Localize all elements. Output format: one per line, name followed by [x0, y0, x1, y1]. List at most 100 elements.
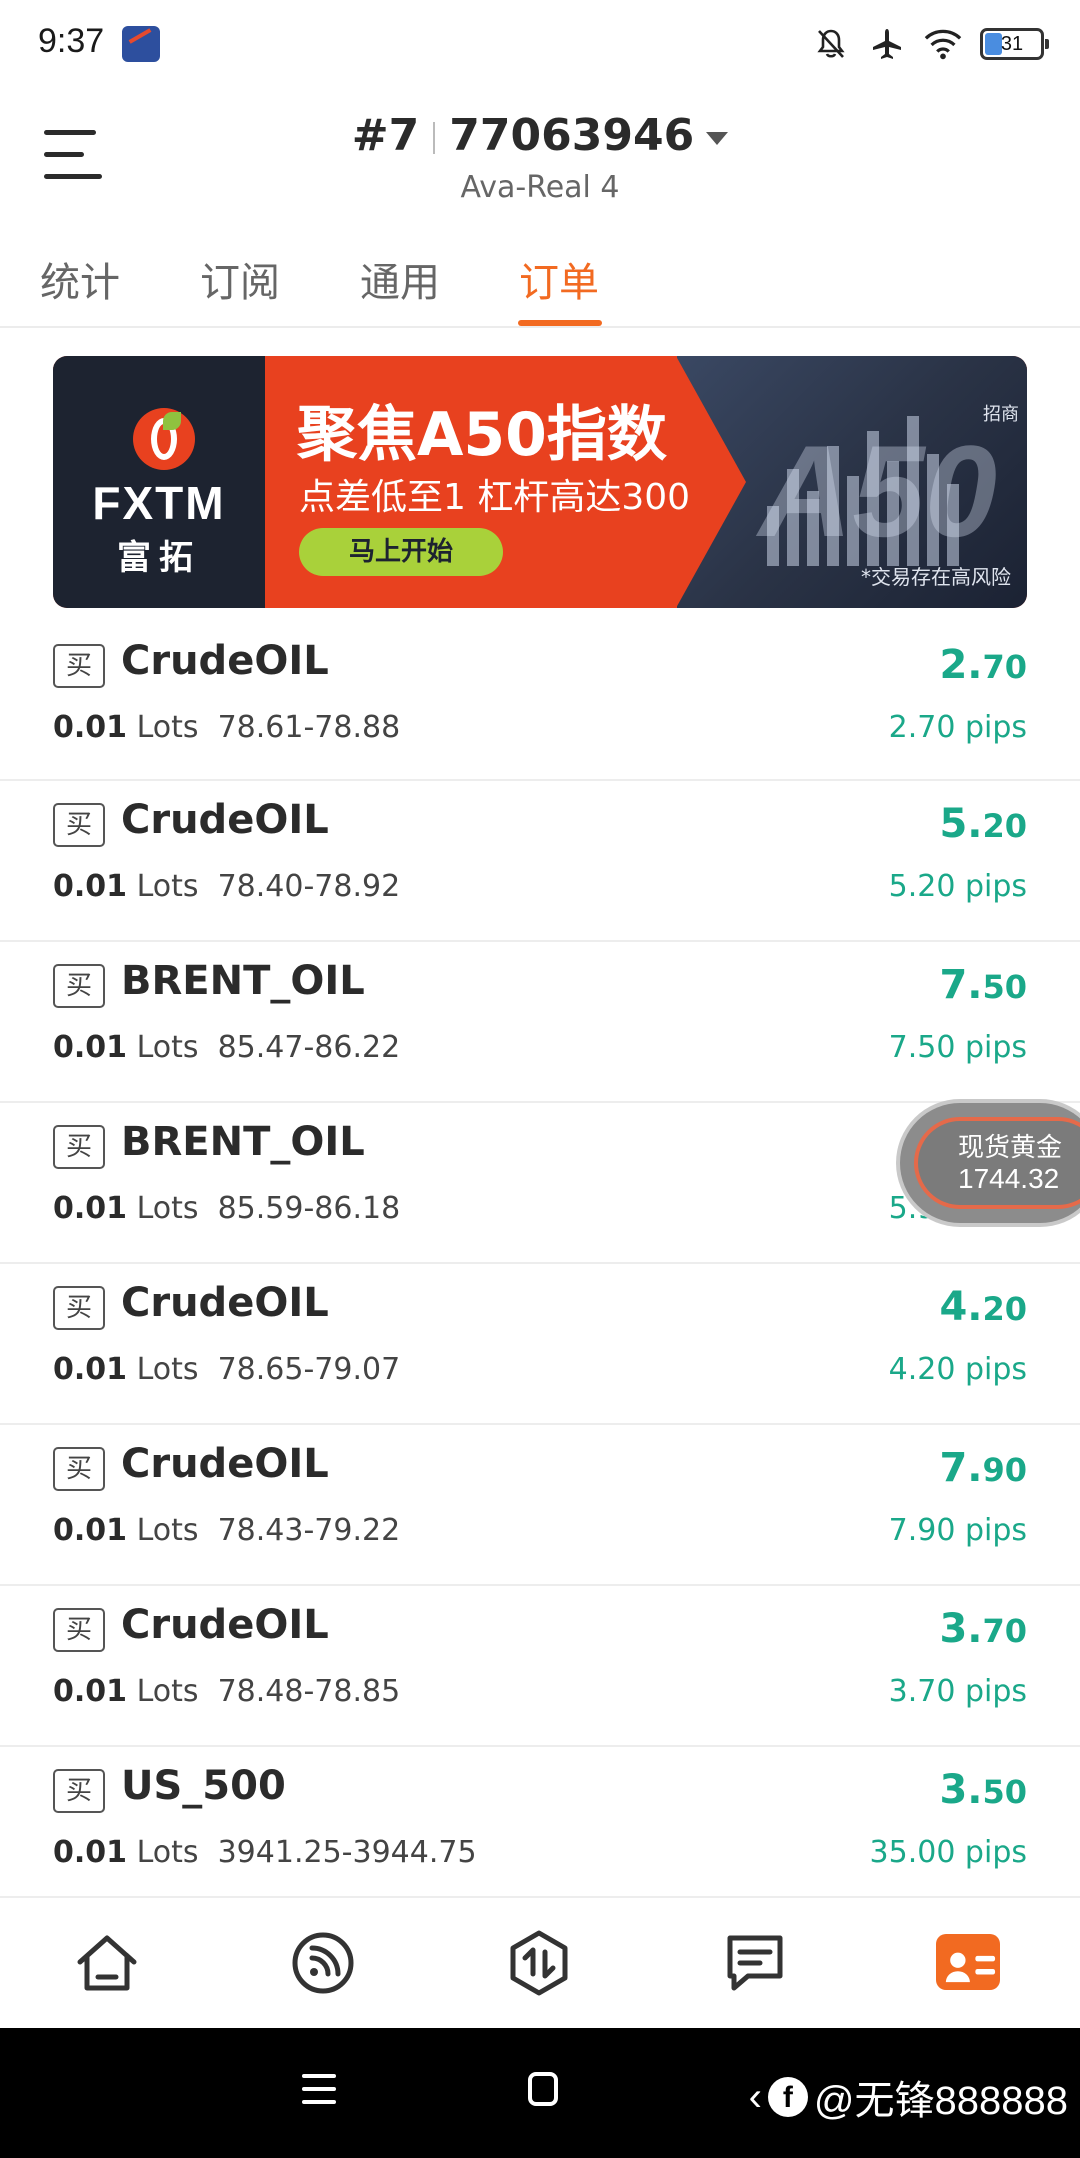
order-pips: 2.70 pips	[888, 710, 1027, 745]
banner-brand-panel: FXTM 富拓	[53, 356, 265, 608]
floating-gold-widget[interactable]: 现货黄金 1744.32	[900, 1103, 1080, 1223]
profit-decimal: 50	[982, 1773, 1027, 1811]
order-symbol: CrudeOIL	[121, 1441, 329, 1487]
order-row[interactable]: 买 CrudeOIL 0.01 Lots 78.61-78.88 2.70 2.…	[0, 636, 1080, 781]
order-lots: 0.01 Lots 78.40-78.92	[53, 869, 400, 904]
order-row[interactable]: 买 CrudeOIL 0.01 Lots 78.48-78.85 3.70 3.…	[0, 1586, 1080, 1747]
order-row[interactable]: 买 US_500 0.01 Lots 3941.25-3944.75 3.50 …	[0, 1747, 1080, 1896]
price-range: 78.40-78.92	[217, 869, 401, 904]
buy-badge: 买	[53, 644, 105, 688]
status-time: 9:37	[38, 22, 105, 60]
account-card-icon[interactable]	[936, 1934, 1000, 1990]
order-pips: 7.90 pips	[888, 1513, 1027, 1548]
tab-orders[interactable]: 订单	[519, 250, 599, 308]
order-profit: 3.50	[939, 1767, 1027, 1813]
lot-size: 0.01	[53, 1191, 128, 1226]
profit-main: 3.	[939, 1606, 983, 1652]
app-notification-icon	[122, 26, 160, 62]
banner-subline: 点差低至1 杠杆高达300	[299, 477, 691, 518]
promo-banner[interactable]: FXTM 富拓 A50 招商 *交易存在高风险 聚焦A50指数 点差低至1 杠杆…	[53, 356, 1027, 608]
buy-badge: 买	[53, 1447, 105, 1491]
order-pips: 35.00 pips	[869, 1835, 1027, 1870]
order-symbol: BRENT_OIL	[121, 958, 365, 1004]
profit-decimal: 20	[982, 807, 1027, 845]
banner-brand: FXTM	[92, 477, 226, 529]
lot-unit: Lots	[136, 1513, 199, 1548]
profit-main: 5.	[939, 801, 983, 847]
order-row[interactable]: 买 CrudeOIL 0.01 Lots 78.40-78.92 5.20 5.…	[0, 781, 1080, 942]
airplane-icon	[868, 25, 906, 63]
tab-statistics[interactable]: 统计	[40, 250, 120, 308]
order-symbol: BRENT_OIL	[121, 1119, 365, 1165]
battery-level: 31	[1000, 32, 1024, 55]
profit-main: 3.	[939, 1767, 983, 1813]
price-range: 78.43-79.22	[217, 1513, 401, 1548]
active-tab-indicator	[518, 320, 602, 326]
order-pips: 4.20 pips	[888, 1352, 1027, 1387]
order-lots: 0.01 Lots 78.61-78.88	[53, 710, 400, 745]
message-icon[interactable]	[720, 1928, 790, 1998]
order-profit: 2.70	[939, 642, 1027, 688]
order-lots: 0.01 Lots 85.47-86.22	[53, 1030, 400, 1065]
recent-apps-icon[interactable]	[302, 2074, 336, 2104]
buy-badge: 买	[53, 1125, 105, 1169]
banner-headline: 聚焦A50指数	[297, 400, 667, 470]
order-row[interactable]: 买 BRENT_OIL 0.01 Lots 85.47-86.22 7.50 7…	[0, 942, 1080, 1103]
order-lots: 0.01 Lots 85.59-86.18	[53, 1191, 400, 1226]
order-row[interactable]: 买 CrudeOIL 0.01 Lots 78.65-79.07 4.20 4.…	[0, 1264, 1080, 1425]
profit-main: 4.	[939, 1284, 983, 1330]
tab-subscriptions[interactable]: 订阅	[200, 250, 280, 308]
account-selector[interactable]: #7 77063946	[0, 110, 1080, 161]
order-profit: 7.50	[939, 962, 1027, 1008]
price-range: 85.59-86.18	[217, 1191, 401, 1226]
order-profit: 3.70	[939, 1606, 1027, 1652]
watermark-text: @无锋888888	[813, 2079, 1068, 2123]
mute-bell-icon	[812, 25, 850, 63]
banner-start-button[interactable]: 马上开始	[299, 528, 503, 576]
app-header: #7 77063946 Ava-Real 4	[0, 90, 1080, 240]
buy-badge: 买	[53, 1608, 105, 1652]
trade-icon[interactable]	[504, 1928, 574, 1998]
status-icons: 31	[812, 24, 1049, 64]
gold-label: 现货黄金	[958, 1133, 1063, 1163]
battery-icon: 31	[980, 28, 1049, 60]
home-icon[interactable]	[72, 1928, 142, 1998]
orders-list[interactable]: 买 CrudeOIL 0.01 Lots 78.61-78.88 2.70 2.…	[0, 636, 1080, 1896]
account-server: Ava-Real 4	[460, 170, 620, 205]
tab-bar: 统计 订阅 通用 订单	[0, 240, 1080, 328]
feed-icon[interactable]	[288, 1928, 358, 1998]
lot-unit: Lots	[136, 710, 199, 745]
lot-size: 0.01	[53, 1674, 128, 1709]
back-chevron-icon: ‹	[748, 2074, 762, 2119]
order-symbol: CrudeOIL	[121, 638, 329, 684]
order-symbol: CrudeOIL	[121, 1602, 329, 1648]
account-number: 77063946	[449, 110, 695, 161]
profit-main: 7.	[939, 962, 983, 1008]
profit-main: 2.	[939, 642, 983, 688]
account-prefix: #7	[351, 110, 420, 161]
lot-unit: Lots	[136, 869, 199, 904]
tab-general[interactable]: 通用	[360, 250, 440, 308]
status-bar: 9:37 31	[0, 0, 1080, 90]
order-profit: 4.20	[939, 1284, 1027, 1330]
order-lots: 0.01 Lots 78.43-79.22	[53, 1513, 400, 1548]
lot-size: 0.01	[53, 869, 128, 904]
price-range: 78.61-78.88	[217, 710, 401, 745]
order-lots: 0.01 Lots 78.48-78.85	[53, 1674, 400, 1709]
order-lots: 0.01 Lots 78.65-79.07	[53, 1352, 400, 1387]
profit-decimal: 70	[982, 1612, 1027, 1650]
lot-unit: Lots	[136, 1835, 199, 1870]
profit-decimal: 90	[982, 1451, 1027, 1489]
lot-size: 0.01	[53, 710, 128, 745]
order-pips: 7.50 pips	[888, 1030, 1027, 1065]
home-button-icon[interactable]	[528, 2072, 558, 2106]
price-range: 78.65-79.07	[217, 1352, 401, 1387]
order-row[interactable]: 买 CrudeOIL 0.01 Lots 78.43-79.22 7.90 7.…	[0, 1425, 1080, 1586]
bottom-nav	[0, 1896, 1080, 2028]
buy-badge: 买	[53, 1286, 105, 1330]
banner-brand-cn: 富拓	[117, 538, 201, 578]
order-symbol: CrudeOIL	[121, 797, 329, 843]
price-range: 3941.25-3944.75	[217, 1835, 477, 1870]
order-pips: 3.70 pips	[888, 1674, 1027, 1709]
lot-size: 0.01	[53, 1030, 128, 1065]
